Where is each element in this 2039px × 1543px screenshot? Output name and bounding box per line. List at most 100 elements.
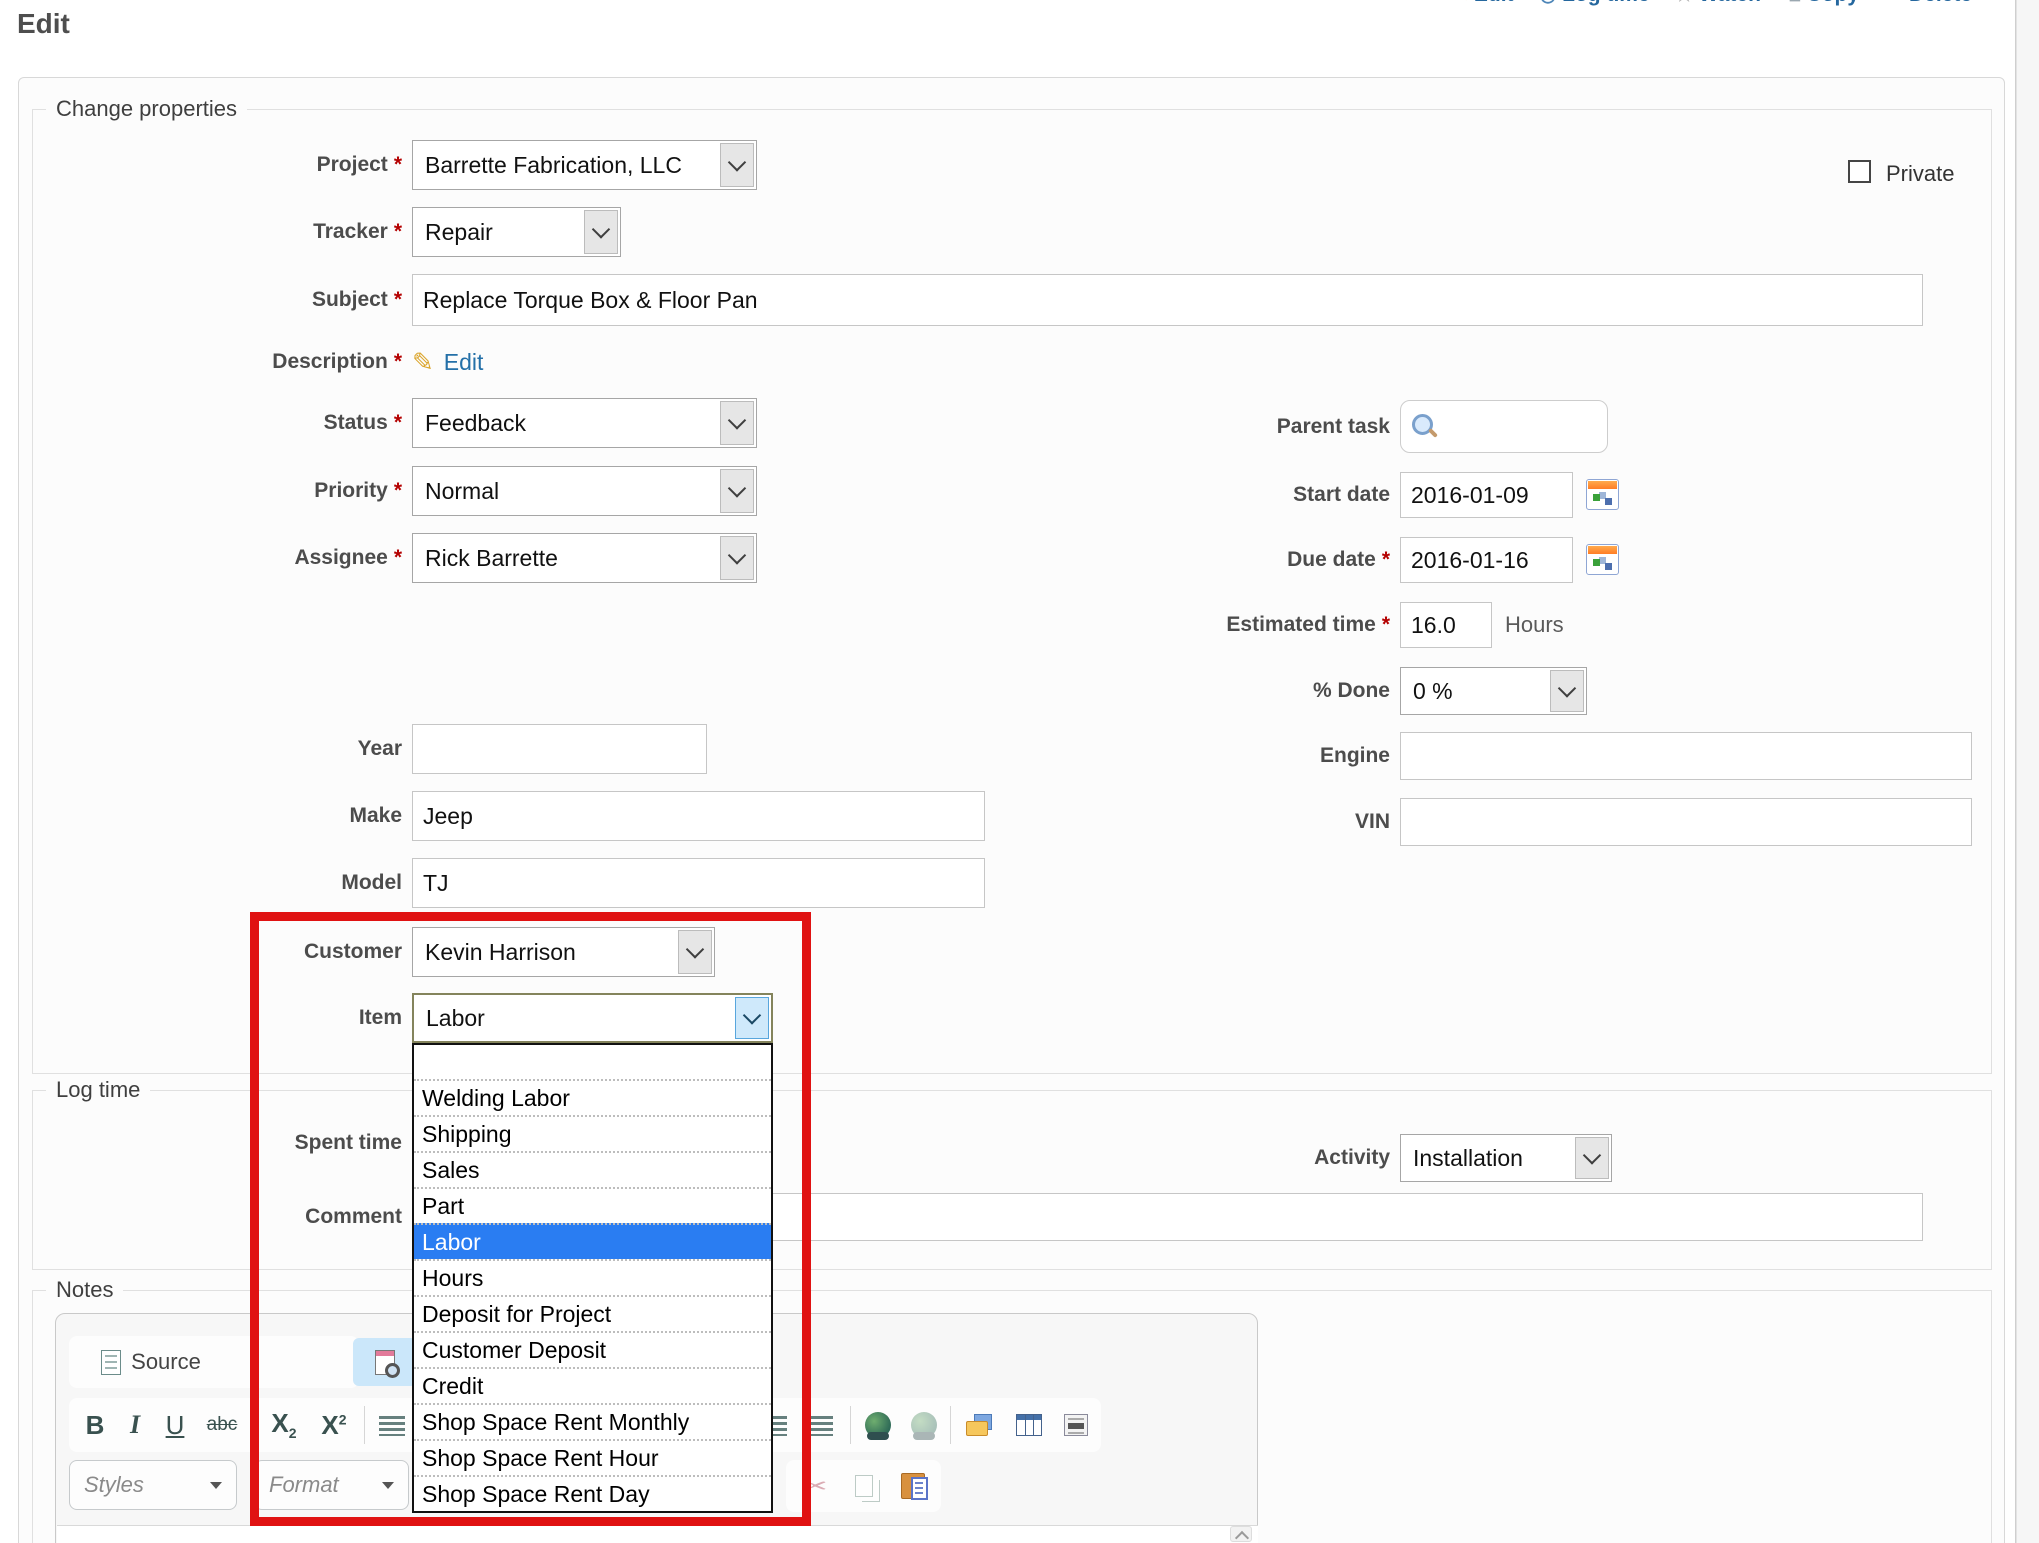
dropdown-option[interactable]: Shop Space Rent Hour bbox=[414, 1439, 771, 1475]
preview-button[interactable] bbox=[353, 1338, 417, 1386]
chevron-down-icon bbox=[720, 469, 754, 513]
insert-link-button[interactable] bbox=[856, 1402, 900, 1448]
item-label: Item bbox=[60, 993, 402, 1043]
customer-select[interactable]: Kevin Harrison bbox=[412, 927, 715, 977]
private-label: Private bbox=[1886, 161, 1954, 187]
activity-label: Activity bbox=[1048, 1134, 1390, 1182]
chevron-down-icon bbox=[584, 210, 618, 254]
contextual-actions: ✎Edit ◷Log time ★Watch ⧉Copy ▭Delete bbox=[1452, 0, 1972, 7]
calendar-icon[interactable] bbox=[1586, 544, 1619, 575]
italic-button[interactable]: I bbox=[116, 1398, 154, 1452]
calendar-icon[interactable] bbox=[1586, 479, 1619, 510]
hours-suffix: Hours bbox=[1505, 602, 1564, 648]
issue-edit-page: ✎Edit ◷Log time ★Watch ⧉Copy ▭Delete Edi… bbox=[0, 0, 2039, 1543]
start-date-input[interactable] bbox=[1400, 472, 1573, 518]
item-select[interactable]: Labor bbox=[412, 993, 773, 1043]
dropdown-blank-option[interactable] bbox=[414, 1045, 771, 1079]
delete-action-link[interactable]: ▭Delete bbox=[1885, 0, 1972, 7]
chevron-down-icon bbox=[720, 143, 754, 187]
format-combo[interactable]: Format bbox=[254, 1460, 409, 1510]
chevron-down-icon bbox=[720, 401, 754, 445]
description-edit-link[interactable]: Edit bbox=[444, 349, 484, 376]
activity-select[interactable]: Installation bbox=[1400, 1134, 1612, 1182]
dropdown-option-selected[interactable]: Labor bbox=[414, 1223, 771, 1259]
superscript-icon: X2 bbox=[321, 1410, 346, 1441]
chevron-down-icon bbox=[735, 997, 769, 1039]
engine-input[interactable] bbox=[1400, 732, 1972, 780]
subject-input[interactable] bbox=[412, 274, 1923, 326]
justify-icon bbox=[807, 1416, 833, 1436]
text-block-button[interactable] bbox=[1054, 1402, 1098, 1448]
vertical-scrollbar[interactable] bbox=[2016, 0, 2039, 1543]
bold-icon: B bbox=[86, 1410, 105, 1441]
vin-input[interactable] bbox=[1400, 798, 1972, 846]
estimated-time-input[interactable] bbox=[1400, 602, 1492, 648]
pct-done-label: % Done bbox=[1048, 667, 1390, 715]
subscript-button[interactable]: X2 bbox=[260, 1398, 308, 1452]
copy-action-link[interactable]: ⧉Copy bbox=[1787, 0, 1859, 7]
engine-label: Engine bbox=[1048, 732, 1390, 780]
tracker-select[interactable]: Repair bbox=[412, 207, 621, 257]
edit-action-link[interactable]: ✎Edit bbox=[1452, 0, 1514, 7]
editor-scroll-up-button[interactable] bbox=[1230, 1526, 1252, 1542]
dropdown-option[interactable]: Deposit for Project bbox=[414, 1295, 771, 1331]
underline-button[interactable]: U bbox=[154, 1398, 196, 1452]
spent-time-label: Spent time bbox=[60, 1120, 402, 1166]
pct-done-select[interactable]: 0 % bbox=[1400, 667, 1587, 715]
insert-table-button[interactable] bbox=[1006, 1402, 1052, 1448]
log-time-action-link[interactable]: ◷Log time bbox=[1540, 0, 1650, 7]
dropdown-option[interactable]: Welding Labor bbox=[414, 1079, 771, 1115]
chevron-down-icon bbox=[1550, 670, 1584, 712]
paste-button[interactable] bbox=[890, 1460, 936, 1512]
chevron-down-icon bbox=[678, 930, 712, 974]
chevron-down-icon bbox=[382, 1482, 394, 1489]
justify-button[interactable] bbox=[798, 1406, 842, 1446]
dropdown-option[interactable]: Hours bbox=[414, 1259, 771, 1295]
copy-button[interactable] bbox=[842, 1460, 886, 1512]
assignee-select[interactable]: Rick Barrette bbox=[412, 533, 757, 583]
private-checkbox[interactable] bbox=[1848, 160, 1871, 183]
item-dropdown-list: Welding Labor Shipping Sales Part Labor … bbox=[412, 1043, 773, 1513]
remove-link-button[interactable] bbox=[902, 1402, 946, 1448]
chevron-down-icon bbox=[210, 1482, 222, 1489]
dropdown-option[interactable]: Credit bbox=[414, 1367, 771, 1403]
dropdown-option[interactable]: Sales bbox=[414, 1151, 771, 1187]
toolbar-separator bbox=[950, 1406, 951, 1444]
dropdown-option[interactable]: Shop Space Rent Day bbox=[414, 1475, 771, 1511]
status-select[interactable]: Feedback bbox=[412, 398, 757, 448]
strikethrough-button[interactable]: abc bbox=[196, 1398, 248, 1452]
dropdown-option[interactable]: Part bbox=[414, 1187, 771, 1223]
priority-select[interactable]: Normal bbox=[412, 466, 757, 516]
model-input[interactable] bbox=[412, 858, 985, 908]
make-input[interactable] bbox=[412, 791, 985, 841]
source-button[interactable]: Source bbox=[76, 1336, 226, 1388]
clipboard-paste-icon bbox=[901, 1473, 925, 1499]
chevron-down-icon bbox=[720, 536, 754, 580]
styles-combo[interactable]: Styles bbox=[69, 1460, 237, 1510]
year-label: Year bbox=[60, 724, 402, 774]
due-date-input[interactable] bbox=[1400, 537, 1573, 583]
bold-button[interactable]: B bbox=[74, 1398, 116, 1452]
image-icon bbox=[966, 1414, 992, 1436]
dropdown-option[interactable]: Shipping bbox=[414, 1115, 771, 1151]
year-input[interactable] bbox=[412, 724, 707, 774]
cut-button[interactable]: ✂ bbox=[792, 1460, 840, 1512]
dropdown-option[interactable]: Shop Space Rent Monthly bbox=[414, 1403, 771, 1439]
dropdown-option[interactable]: Customer Deposit bbox=[414, 1331, 771, 1367]
link-globe-icon bbox=[865, 1412, 891, 1438]
insert-image-button[interactable] bbox=[956, 1402, 1002, 1448]
make-label: Make bbox=[60, 791, 402, 841]
star-icon: ★ bbox=[1676, 0, 1693, 5]
priority-label: Priority* bbox=[60, 466, 402, 516]
editor-content-area[interactable] bbox=[57, 1525, 1258, 1543]
watch-action-link[interactable]: ★Watch bbox=[1676, 0, 1761, 7]
superscript-button[interactable]: X2 bbox=[310, 1398, 358, 1452]
copy-pages-icon bbox=[855, 1475, 873, 1497]
italic-icon: I bbox=[130, 1410, 140, 1440]
strikethrough-icon: abc bbox=[207, 1414, 238, 1436]
notes-legend: Notes bbox=[46, 1277, 123, 1303]
chevron-down-icon bbox=[1575, 1137, 1609, 1179]
numbered-list-button[interactable] bbox=[372, 1406, 412, 1446]
project-select[interactable]: Barrette Fabrication, LLC bbox=[412, 140, 757, 190]
description-edit[interactable]: ✎ Edit bbox=[412, 344, 483, 380]
